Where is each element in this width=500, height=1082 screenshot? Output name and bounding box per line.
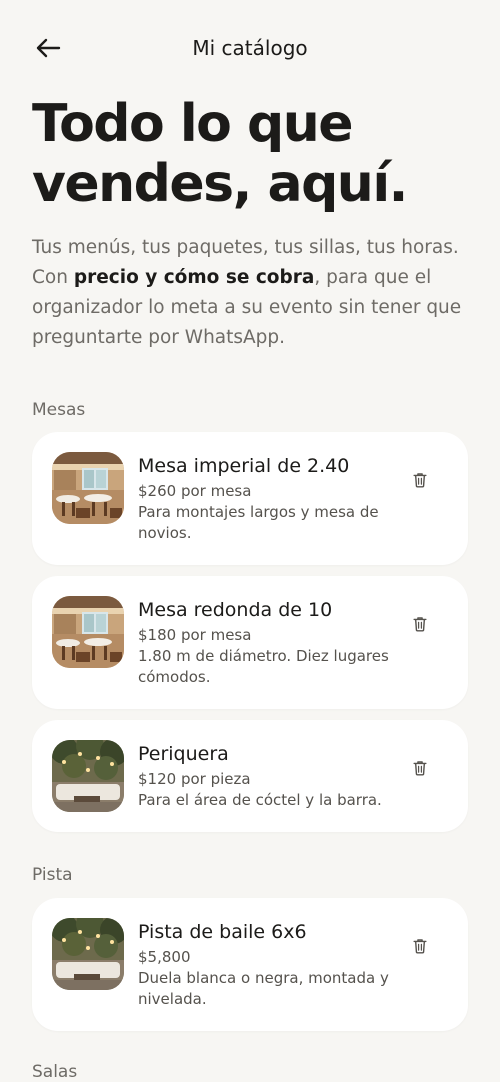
- hero-title-line-2: vendes, aquí.: [32, 154, 408, 214]
- item-name: Pista de baile 6x6: [138, 921, 307, 943]
- top-bar: Mi catálogo: [0, 0, 500, 98]
- delete-item-button[interactable]: [408, 468, 432, 492]
- item-description: Para montajes largos y mesa de novios.: [138, 503, 379, 542]
- item-price: $5,800: [138, 948, 191, 966]
- section-label-pista: Pista: [32, 865, 73, 885]
- trash-icon: [410, 936, 430, 956]
- trash-icon: [410, 758, 430, 778]
- intro-text: Tus menús, tus paquetes, tus sillas, tus…: [32, 233, 472, 353]
- section-label-mesas: Mesas: [32, 400, 86, 420]
- garden-lounge-image: [52, 918, 124, 990]
- item-price: $120 por pieza: [138, 770, 251, 788]
- item-description: Duela blanca o negra, montada y nivelada…: [138, 969, 389, 1008]
- item-price: $180 por mesa: [138, 626, 252, 644]
- hero-title: Todo lo que vendes, aquí.: [32, 94, 472, 214]
- item-name: Periquera: [138, 743, 229, 765]
- delete-item-button[interactable]: [408, 934, 432, 958]
- catalog-item-card[interactable]: Mesa redonda de 10 $180 por mesa 1.80 m …: [32, 576, 468, 709]
- item-description: 1.80 m de diámetro. Diez lugares cómodos…: [138, 647, 389, 686]
- item-price: $260 por mesa: [138, 482, 252, 500]
- item-description: Para el área de cóctel y la barra.: [138, 791, 382, 809]
- item-name: Mesa imperial de 2.40: [138, 455, 350, 477]
- delete-item-button[interactable]: [408, 612, 432, 636]
- item-name: Mesa redonda de 10: [138, 599, 333, 621]
- trash-icon: [410, 470, 430, 490]
- garden-lounge-image: [52, 740, 124, 812]
- dining-hall-image: [52, 452, 124, 524]
- dining-hall-image: [52, 596, 124, 668]
- page-title: Mi catálogo: [192, 36, 308, 60]
- trash-icon: [410, 614, 430, 634]
- intro-text-highlight: precio y cómo se cobra: [73, 267, 315, 288]
- catalog-item-card[interactable]: Pista de baile 6x6 $5,800 Duela blanca o…: [32, 898, 468, 1031]
- section-label-salas: Salas: [32, 1062, 78, 1082]
- catalog-item-card[interactable]: Mesa imperial de 2.40 $260 por mesa Para…: [32, 432, 468, 565]
- catalog-item-card[interactable]: Periquera $120 por pieza Para el área de…: [32, 720, 468, 832]
- delete-item-button[interactable]: [408, 756, 432, 780]
- hero-title-line-1: Todo lo que: [32, 94, 354, 154]
